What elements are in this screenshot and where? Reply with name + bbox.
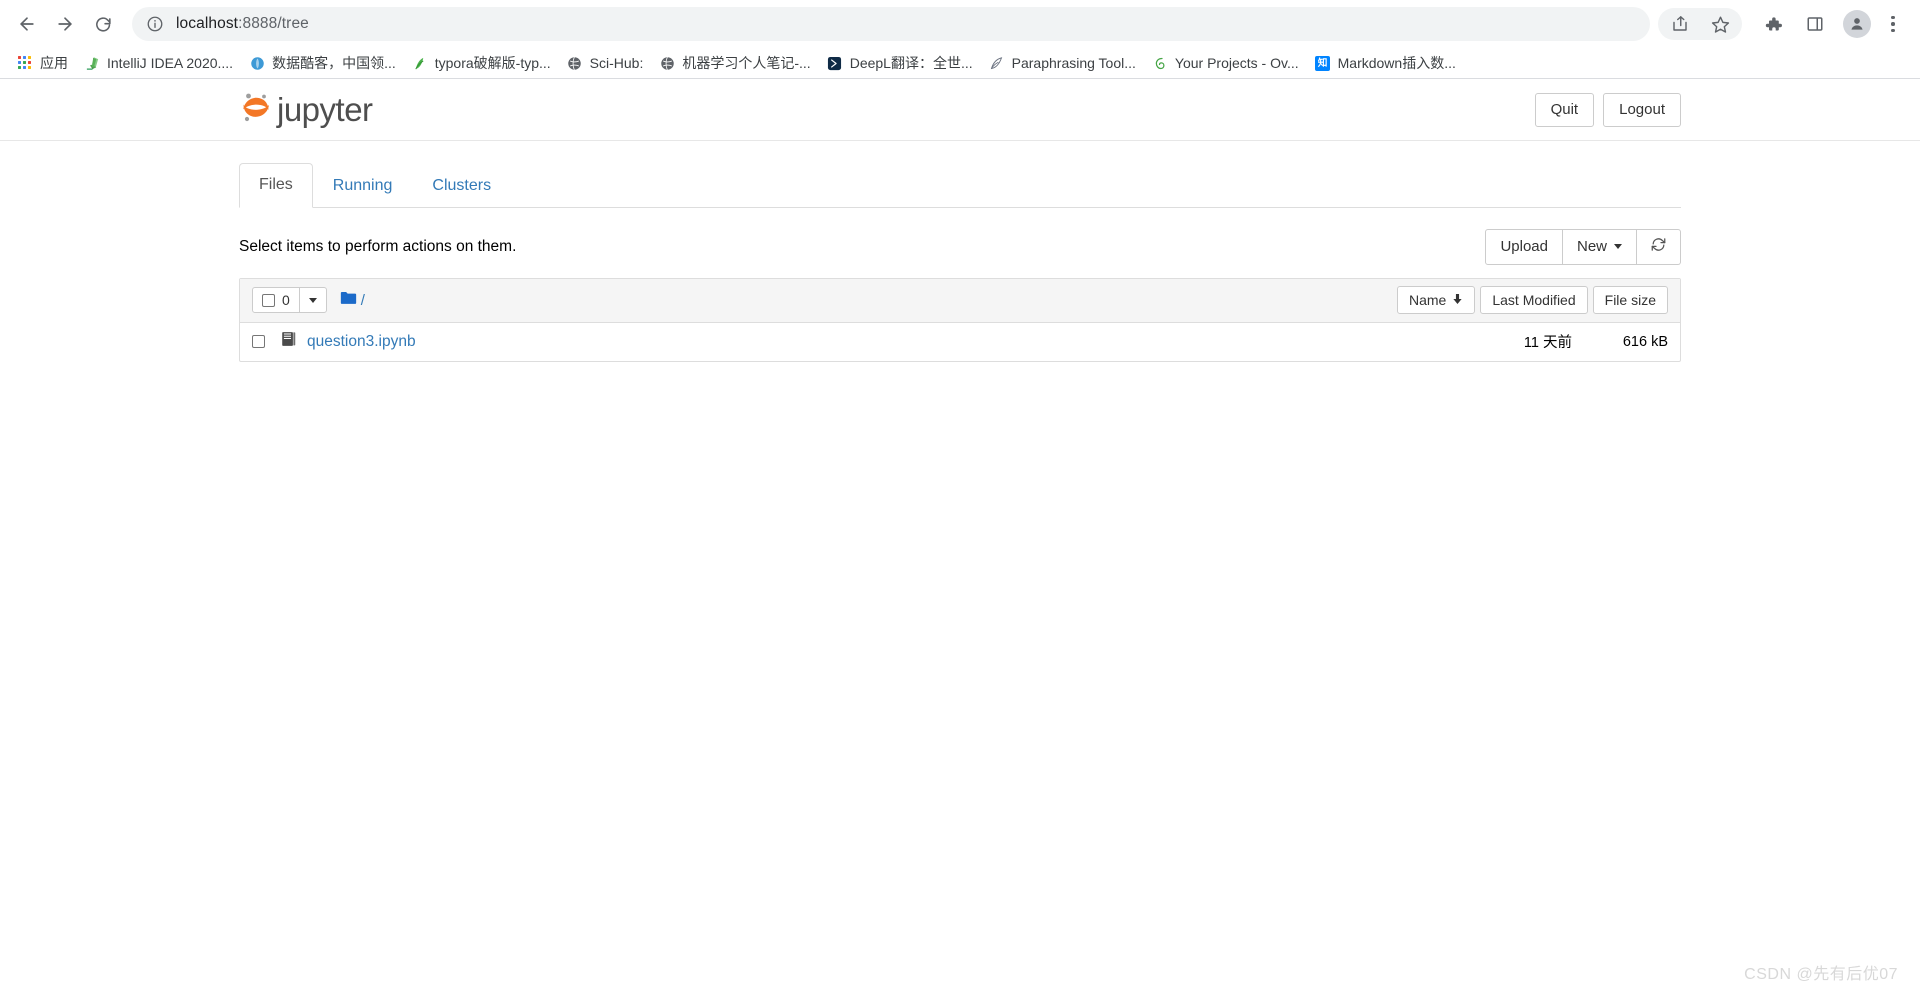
browser-chrome: localhost:8888/tree 应用 IntelliJ IDEA 202… [0, 0, 1920, 79]
tab-clusters[interactable]: Clusters [412, 164, 511, 208]
bookmark-ml-notes[interactable]: 机器学习个人笔记-... [651, 50, 818, 76]
forward-button[interactable] [48, 7, 82, 41]
file-size: 616 kB [1622, 333, 1668, 350]
bookmark-typora[interactable]: typora破解版-typ... [404, 50, 559, 76]
jupyter-action-buttons: Upload New [1485, 228, 1681, 265]
logout-button[interactable]: Logout [1603, 92, 1681, 127]
bookmarks-bar: 应用 IntelliJ IDEA 2020.... 数据酷客，中国领... ty… [0, 48, 1920, 78]
extensions-puzzle-icon[interactable] [1757, 8, 1789, 40]
refresh-button[interactable] [1637, 228, 1681, 265]
caret-down-icon [1614, 244, 1622, 250]
caret-down-icon [308, 297, 317, 303]
bookmark-label: Paraphrasing Tool... [1011, 55, 1136, 71]
typora-icon [412, 55, 428, 71]
file-name-link[interactable]: question3.ipynb [307, 333, 416, 351]
browser-toolbar-icons [1658, 8, 1910, 40]
table-row[interactable]: question3.ipynb 11 天前 616 kB [240, 323, 1680, 361]
sort-name-label: Name [1409, 292, 1447, 309]
jupyter-header: jupyter Quit Logout [0, 79, 1920, 141]
bookmark-label: 数据酷客，中国领... [272, 55, 396, 71]
refresh-icon [1651, 237, 1666, 257]
select-all-group: 0 [252, 287, 327, 314]
side-panel-icon[interactable] [1799, 8, 1831, 40]
bookmark-paraphrasing-tool[interactable]: Paraphrasing Tool... [981, 50, 1144, 76]
select-all-checkbox-cell[interactable]: 0 [253, 288, 299, 312]
url-text: localhost:8888/tree [176, 15, 309, 33]
share-icon[interactable] [1664, 8, 1696, 40]
tab-files[interactable]: Files [239, 163, 313, 208]
apps-grid-icon [17, 55, 33, 71]
globe-gray-icon [659, 55, 675, 71]
select-all-dropdown[interactable] [298, 288, 326, 313]
bookmark-label: Sci-Hub: [589, 55, 644, 71]
bookmark-sci-hub[interactable]: Sci-Hub: [559, 50, 652, 76]
breadcrumb-path[interactable]: / [361, 292, 365, 309]
jupyter-action-row: Select items to perform actions on them.… [239, 228, 1681, 265]
select-all-checkbox[interactable] [262, 293, 275, 307]
globe-gray-icon [567, 55, 583, 71]
overleaf-icon [1152, 55, 1168, 71]
back-button[interactable] [10, 7, 44, 41]
breadcrumb: / [340, 290, 365, 310]
globe-blue-icon [249, 55, 265, 71]
jupyter-header-buttons: Quit Logout [1534, 92, 1681, 127]
address-bar[interactable]: localhost:8888/tree [132, 7, 1650, 41]
sort-name-button[interactable]: Name [1397, 286, 1476, 315]
csdn-watermark: CSDN @先有后优07 [1744, 966, 1898, 983]
folder-icon[interactable] [340, 290, 357, 310]
bookmark-deepl[interactable]: DeepL翻译：全世... [819, 50, 981, 76]
file-list-toolbar: 0 / Name Last Modified File size [240, 278, 1680, 323]
bookmark-shujukuke[interactable]: 数据酷客，中国领... [241, 50, 404, 76]
file-last-modified: 11 天前 [1523, 335, 1572, 352]
bookmark-label: IntelliJ IDEA 2020.... [107, 55, 234, 71]
share-bookmark-group [1658, 8, 1742, 40]
arrow-down-icon [1452, 292, 1463, 308]
profile-avatar-icon[interactable] [1843, 10, 1871, 38]
intellij-icon [84, 55, 100, 71]
jupyter-planet-icon [239, 89, 273, 130]
deepl-icon [827, 55, 843, 71]
jupyter-tab-bar: Files Running Clusters [239, 163, 1681, 208]
jupyter-main-content: Files Running Clusters Select items to p… [239, 141, 1681, 362]
bookmark-label: typora破解版-typ... [434, 55, 551, 71]
new-button-label: New [1576, 237, 1607, 255]
bookmark-markdown-zhihu[interactable]: 知 Markdown插入数... [1307, 50, 1464, 76]
bookmark-label: DeepL翻译：全世... [849, 55, 973, 71]
file-row-checkbox[interactable] [252, 335, 265, 349]
sort-last-modified-button[interactable]: Last Modified [1480, 286, 1588, 315]
zhihu-icon: 知 [1315, 55, 1331, 71]
bookmark-label: Markdown插入数... [1337, 55, 1456, 71]
sort-file-size-button[interactable]: File size [1592, 286, 1668, 315]
jupyter-notebook-dashboard: jupyter Quit Logout Files Running Cluste… [0, 79, 1920, 989]
quill-pen-icon [989, 55, 1005, 71]
bookmark-label: Your Projects - Ov... [1174, 55, 1299, 71]
bookmark-label: 应用 [40, 55, 68, 71]
three-dot-menu-icon[interactable] [1880, 8, 1906, 40]
jupyter-logo-text: jupyter [277, 91, 373, 128]
select-items-note: Select items to perform actions on them. [239, 237, 517, 255]
upload-button[interactable]: Upload [1485, 228, 1563, 265]
tab-running[interactable]: Running [313, 164, 413, 208]
url-host: localhost [176, 15, 239, 32]
star-icon[interactable] [1704, 8, 1736, 40]
bookmark-overleaf[interactable]: Your Projects - Ov... [1144, 50, 1307, 76]
jupyter-logo[interactable]: jupyter [239, 89, 373, 130]
bookmark-apps[interactable]: 应用 [9, 50, 76, 76]
new-button[interactable]: New [1562, 228, 1637, 265]
reload-button[interactable] [86, 7, 120, 41]
selected-count: 0 [282, 292, 290, 309]
notebook-icon [281, 331, 296, 352]
bookmark-intellij-idea[interactable]: IntelliJ IDEA 2020.... [76, 50, 241, 76]
sort-buttons: Name Last Modified File size [1397, 286, 1668, 315]
file-list: 0 / Name Last Modified File size questio… [239, 277, 1681, 362]
url-rest: :8888/tree [238, 15, 309, 32]
quit-button[interactable]: Quit [1534, 92, 1595, 127]
bookmark-label: 机器学习个人笔记-... [682, 55, 811, 71]
info-circle-icon[interactable] [146, 15, 164, 33]
browser-nav-bar: localhost:8888/tree [0, 0, 1920, 48]
